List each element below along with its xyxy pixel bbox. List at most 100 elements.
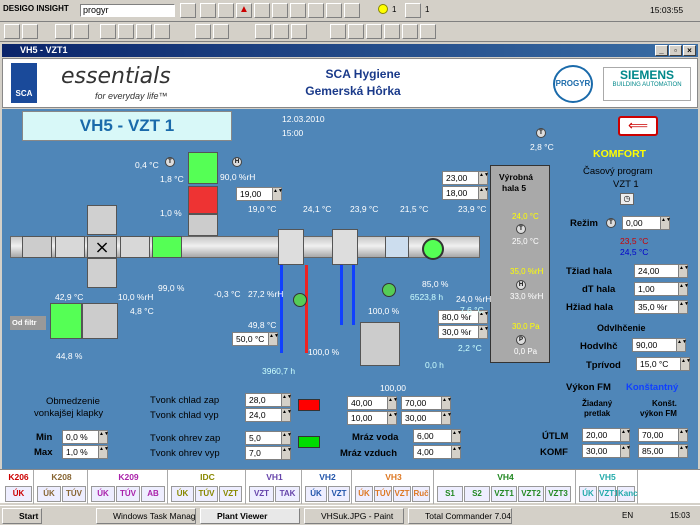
mraz-r1a[interactable]: 40,00 ▲▼ <box>347 396 398 410</box>
zoom-in-icon[interactable] <box>330 24 346 39</box>
tvonk-value-0[interactable]: 28,0 ▲▼ <box>245 393 292 407</box>
nav-group-title[interactable]: VH4 <box>436 470 575 485</box>
nav-button[interactable]: VZT <box>219 486 242 502</box>
open-icon[interactable] <box>180 3 196 18</box>
klapky-max-value[interactable]: 1,0 % ▲▼ <box>62 445 109 459</box>
chart-icon[interactable] <box>344 3 360 18</box>
setpoint-value-2[interactable]: 35,0 %r ▲▼ <box>634 300 689 314</box>
hall-input-1[interactable]: 23,00 ▲▼ <box>442 171 489 185</box>
spin-icon[interactable]: ▲▼ <box>676 339 687 351</box>
spin-icon[interactable]: ▲▼ <box>660 217 671 229</box>
report-icon[interactable] <box>272 3 288 18</box>
nav-button[interactable]: TÚV <box>62 486 86 502</box>
spin-icon[interactable]: ▲▼ <box>441 397 452 409</box>
graphic-icon[interactable] <box>73 24 89 39</box>
out-hum-2[interactable]: 30,0 %r ▲▼ <box>438 325 489 339</box>
printer-icon[interactable] <box>195 24 211 39</box>
nav-group-title[interactable]: K209 <box>90 470 167 485</box>
layout-icon[interactable] <box>255 24 271 39</box>
nav-button[interactable]: ÚK <box>171 486 194 502</box>
hall-input-2[interactable]: 18,00 ▲▼ <box>442 186 489 200</box>
rezim-value[interactable]: 0,00 ▲▼ <box>622 216 671 230</box>
spin-icon[interactable]: ▲▼ <box>281 447 292 459</box>
nav-group-title[interactable]: VH3 <box>354 470 433 485</box>
zoom-out-icon[interactable] <box>348 24 364 39</box>
nav-button[interactable]: VZT2 <box>518 486 544 502</box>
nav-group-title[interactable]: K208 <box>36 470 87 485</box>
table-icon[interactable] <box>291 24 307 39</box>
nav-group-title[interactable]: VH2 <box>304 470 351 485</box>
nav-button[interactable]: S2 <box>464 486 490 502</box>
spin-icon[interactable]: ▲▼ <box>478 187 489 199</box>
tvonk-value-1[interactable]: 24,0 ▲▼ <box>245 408 292 422</box>
mraz-vzduch-value[interactable]: 4,00 ▲▼ <box>413 445 462 459</box>
vykon-row-0-a[interactable]: 20,00 ▲▼ <box>582 428 631 442</box>
cascade-icon[interactable] <box>384 24 400 39</box>
vykon-row-0-b[interactable]: 70,00 ▲▼ <box>638 428 689 442</box>
spin-icon[interactable]: ▲▼ <box>451 446 462 458</box>
mraz-r1b[interactable]: 70,00 ▲▼ <box>401 396 452 410</box>
spin-icon[interactable]: ▲▼ <box>620 445 631 457</box>
circle-icon[interactable] <box>136 24 152 39</box>
nav-button[interactable]: VZT1 <box>491 486 517 502</box>
klapky-min-value[interactable]: 0,0 % ▲▼ <box>62 430 109 444</box>
vykon-row-1-a[interactable]: 30,00 ▲▼ <box>582 444 631 458</box>
close-button[interactable]: × <box>683 45 696 56</box>
setpoint-value-0[interactable]: 24,00 ▲▼ <box>634 264 689 278</box>
nav-group-title[interactable]: IDC <box>170 470 245 485</box>
nav-button[interactable]: ÚK <box>5 486 32 502</box>
nav-button[interactable]: ÚK <box>37 486 61 502</box>
nav-button[interactable]: ÚK <box>305 486 327 502</box>
spin-icon[interactable]: ▲▼ <box>478 172 489 184</box>
task-item-0[interactable]: Windows Task Manager <box>96 508 196 524</box>
mraz-r2b[interactable]: 30,00 ▲▼ <box>401 411 452 425</box>
tvonk-value-2[interactable]: 5,0 ▲▼ <box>245 431 292 445</box>
spin-icon[interactable]: ▲▼ <box>678 429 689 441</box>
plant-icon[interactable] <box>55 24 71 39</box>
task-item-2[interactable]: VHSuk.JPG - Paint <box>304 508 404 524</box>
lock-icon[interactable] <box>213 24 229 39</box>
mraz-r2a[interactable]: 10,00 ▲▼ <box>347 411 398 425</box>
water-setpoint[interactable]: 50,0 °C ▲▼ <box>232 332 279 346</box>
spin-icon[interactable]: ▲▼ <box>620 429 631 441</box>
trend-icon[interactable] <box>118 24 134 39</box>
spin-icon[interactable]: ▲▼ <box>281 432 292 444</box>
nav-button[interactable]: Ruč <box>412 486 430 502</box>
alert-icon[interactable] <box>378 4 388 14</box>
spin-icon[interactable]: ▲▼ <box>678 445 689 457</box>
nav-button[interactable]: S1 <box>437 486 463 502</box>
nav-button[interactable]: VZT <box>249 486 274 502</box>
nav-group-title[interactable]: VH5 <box>578 470 637 485</box>
fit-icon[interactable] <box>366 24 382 39</box>
nav-button[interactable]: ÚK <box>91 486 115 502</box>
window-icon[interactable] <box>100 24 116 39</box>
spin-icon[interactable]: ▲▼ <box>281 409 292 421</box>
forward-icon[interactable] <box>22 24 38 39</box>
odvlh-value-0[interactable]: 90,00 ▲▼ <box>632 338 687 352</box>
alarm-icon[interactable]: ▲ <box>236 3 252 18</box>
folder-icon[interactable] <box>218 3 234 18</box>
search-icon[interactable] <box>290 3 306 18</box>
nav-group-title[interactable]: K206 <box>4 470 33 485</box>
spin-icon[interactable]: ▲▼ <box>451 430 462 442</box>
minimize-button[interactable]: _ <box>655 45 668 56</box>
spin-icon[interactable]: ▲▼ <box>387 412 398 424</box>
nav-button[interactable]: TÚV <box>195 486 218 502</box>
preheat-setpoint[interactable]: 19,00 ▲▼ <box>236 187 283 201</box>
back-arrow-button[interactable]: ⟸ <box>618 116 658 136</box>
spin-icon[interactable]: ▲▼ <box>678 283 689 295</box>
project-field[interactable]: progyr <box>80 4 175 17</box>
grid-icon[interactable] <box>273 24 289 39</box>
spin-icon[interactable]: ▲▼ <box>268 333 279 345</box>
spin-icon[interactable]: ▲▼ <box>680 358 691 370</box>
spin-icon[interactable]: ▲▼ <box>387 397 398 409</box>
nav-button[interactable]: TÚV <box>374 486 392 502</box>
close-window-icon[interactable] <box>420 24 436 39</box>
spin-icon[interactable]: ▲▼ <box>678 265 689 277</box>
event-icon[interactable] <box>405 3 421 18</box>
start-button[interactable]: Start <box>2 508 42 524</box>
spin-icon[interactable]: ▲▼ <box>441 412 452 424</box>
tile-icon[interactable] <box>402 24 418 39</box>
spin-icon[interactable]: ▲▼ <box>678 301 689 313</box>
mail-icon[interactable] <box>254 3 270 18</box>
